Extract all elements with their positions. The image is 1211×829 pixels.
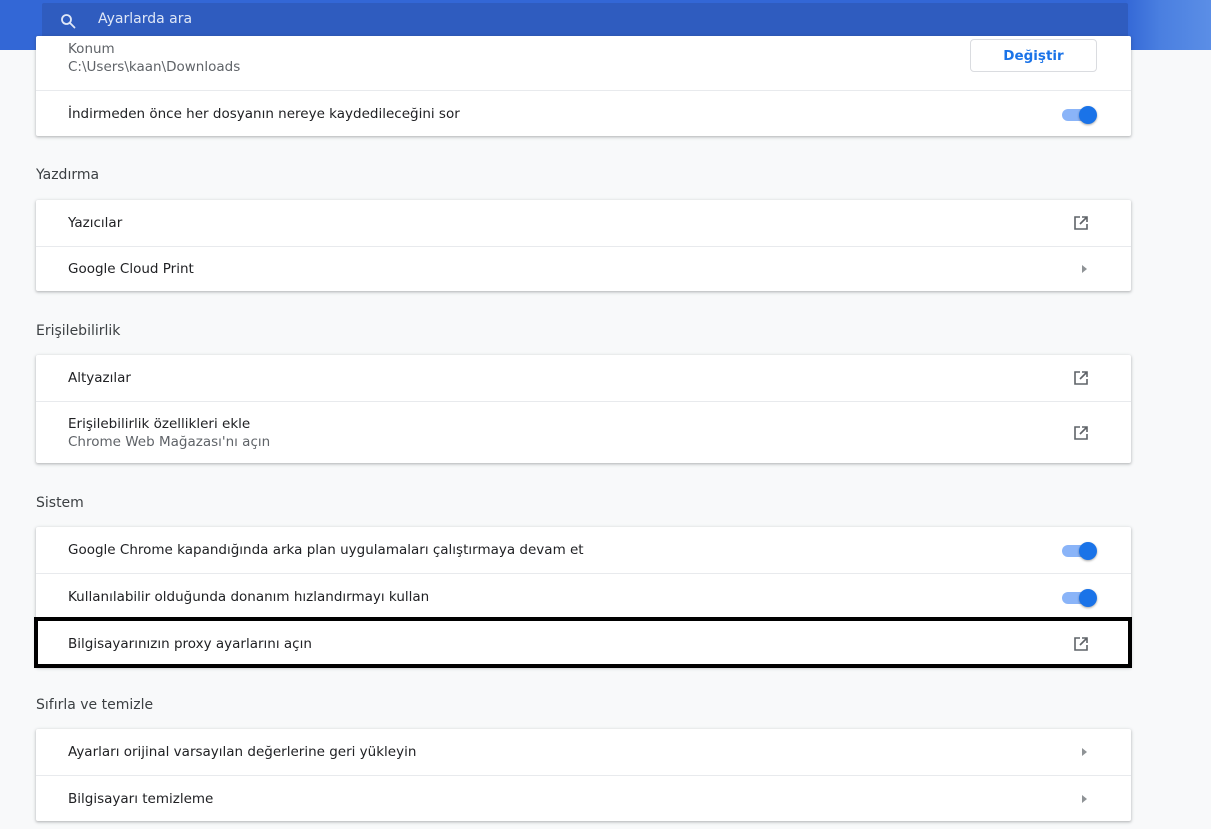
background-apps-row[interactable]: Google Chrome kapandığında arka plan uyg… — [36, 527, 1131, 573]
change-location-button[interactable]: Değiştir — [970, 39, 1097, 72]
reset-section-title: Sıfırla ve temizle — [36, 697, 154, 713]
hardware-acceleration-row[interactable]: Kullanılabilir olduğunda donanım hızland… — [36, 573, 1131, 619]
download-location-path: C:\Users\kaan\Downloads — [68, 59, 241, 75]
cleanup-computer-row[interactable]: Bilgisayarı temizleme — [36, 775, 1131, 821]
background-apps-toggle[interactable] — [1059, 542, 1097, 560]
downloads-card: Konum C:\Users\kaan\Downloads Değiştir İ… — [36, 36, 1131, 136]
chevron-right-icon[interactable] — [1082, 265, 1087, 273]
system-section-title: Sistem — [36, 495, 84, 511]
chevron-right-icon[interactable] — [1082, 794, 1087, 803]
add-accessibility-row[interactable]: Erişilebilirlik özellikleri ekle Chrome … — [36, 401, 1131, 463]
chevron-right-icon[interactable] — [1082, 748, 1087, 756]
proxy-settings-row[interactable]: Bilgisayarınızın proxy ayarlarını açın — [36, 619, 1131, 667]
printers-label: Yazıcılar — [68, 215, 123, 231]
accessibility-section-title: Erişilebilirlik — [36, 323, 121, 339]
background-apps-label: Google Chrome kapandığında arka plan uyg… — [68, 542, 584, 558]
external-link-icon[interactable] — [1073, 636, 1089, 652]
captions-label: Altyazılar — [68, 370, 131, 386]
download-location-row: Konum C:\Users\kaan\Downloads — [36, 36, 1131, 84]
external-link-icon[interactable] — [1073, 215, 1089, 231]
ask-where-toggle[interactable] — [1059, 105, 1097, 124]
toggle-knob — [1079, 105, 1097, 124]
restore-defaults-label: Ayarları orijinal varsayılan değerlerine… — [68, 744, 417, 760]
system-card: Google Chrome kapandığında arka plan uyg… — [36, 527, 1131, 667]
restore-defaults-row[interactable]: Ayarları orijinal varsayılan değerlerine… — [36, 729, 1131, 775]
cloud-print-row[interactable]: Google Cloud Print — [36, 246, 1131, 291]
printing-section-title: Yazdırma — [36, 167, 100, 183]
hardware-acceleration-label: Kullanılabilir olduğunda donanım hızland… — [68, 588, 430, 605]
toggle-knob — [1079, 542, 1097, 560]
printers-row[interactable]: Yazıcılar — [36, 200, 1131, 246]
ask-where-label: İndirmeden önce her dosyanın nereye kayd… — [68, 105, 460, 122]
accessibility-card: Altyazılar Erişilebilirlik özellikleri e… — [36, 355, 1131, 463]
search-box[interactable]: Ayarlarda ara — [42, 3, 1128, 39]
toggle-knob — [1079, 588, 1097, 607]
cloud-print-label: Google Cloud Print — [68, 261, 194, 277]
download-location-label: Konum — [68, 41, 115, 57]
reset-card: Ayarları orijinal varsayılan değerlerine… — [36, 729, 1131, 821]
hardware-acceleration-toggle[interactable] — [1059, 588, 1097, 607]
external-link-icon[interactable] — [1073, 425, 1089, 441]
ask-where-row[interactable]: İndirmeden önce her dosyanın nereye kayd… — [36, 90, 1131, 136]
printing-card: Yazıcılar Google Cloud Print — [36, 200, 1131, 291]
add-accessibility-label: Erişilebilirlik özellikleri ekle — [68, 415, 251, 432]
cleanup-computer-label: Bilgisayarı temizleme — [68, 790, 214, 807]
search-input[interactable]: Ayarlarda ara — [98, 11, 192, 27]
proxy-settings-label: Bilgisayarınızın proxy ayarlarını açın — [68, 635, 312, 652]
search-icon — [61, 14, 76, 29]
add-accessibility-sublabel: Chrome Web Mağazası'nı açın — [68, 433, 271, 450]
external-link-icon[interactable] — [1073, 370, 1089, 386]
captions-row[interactable]: Altyazılar — [36, 355, 1131, 401]
